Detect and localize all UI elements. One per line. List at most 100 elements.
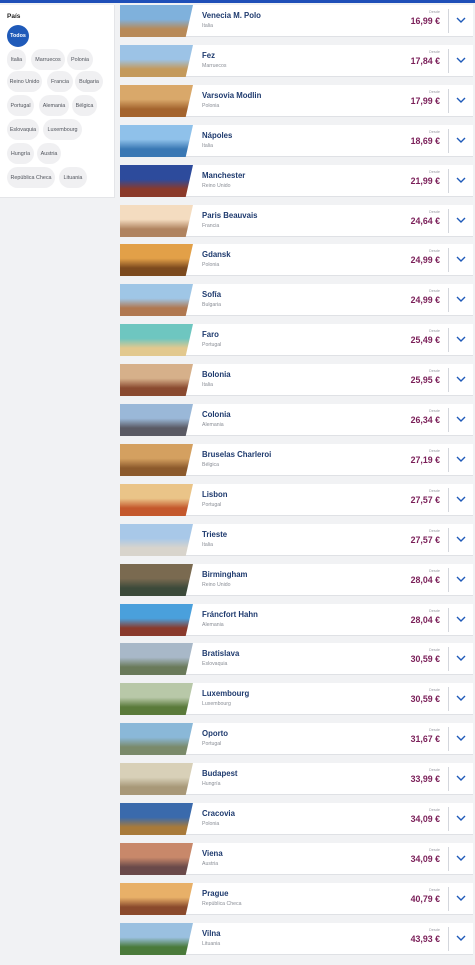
destination-row[interactable]: Lisbon Portugal Desde 27,57 € [120, 484, 473, 516]
country-chip[interactable]: República Checa [7, 167, 55, 188]
destination-city[interactable]: Oporto [202, 729, 228, 738]
price-prefix: Desde [429, 808, 440, 812]
chevron-down-icon[interactable] [455, 613, 467, 625]
destination-price: 28,04 € [410, 615, 440, 625]
destination-row[interactable]: Venecia M. Polo Italia Desde 16,99 € [120, 5, 473, 37]
destination-row[interactable]: Bruselas Charleroi Bélgica Desde 27,19 € [120, 444, 473, 476]
country-chip[interactable]: Hungría [7, 143, 34, 164]
destination-row[interactable]: Prague República Checa Desde 40,79 € [120, 883, 473, 915]
destination-city[interactable]: Budapest [202, 769, 238, 778]
country-chip[interactable]: Portugal [7, 95, 34, 116]
destination-city[interactable]: Cracovia [202, 809, 235, 818]
destination-price: 27,57 € [410, 495, 440, 505]
country-chip[interactable]: Alemania [39, 95, 69, 116]
country-chip[interactable]: Italia [7, 49, 26, 70]
chevron-down-icon[interactable] [455, 333, 467, 345]
destination-city[interactable]: Colonia [202, 410, 231, 419]
destination-city[interactable]: Trieste [202, 530, 227, 539]
country-chip[interactable]: Luxembourg [43, 119, 82, 140]
destination-city[interactable]: Fez [202, 51, 215, 60]
destination-city[interactable]: Vilna [202, 929, 221, 938]
destination-row[interactable]: Oporto Portugal Desde 31,67 € [120, 723, 473, 755]
destination-row[interactable]: Bratislava Eslovaquia Desde 30,59 € [120, 643, 473, 675]
price-prefix: Desde [429, 648, 440, 652]
destination-row[interactable]: Trieste Italia Desde 27,57 € [120, 524, 473, 556]
destination-row[interactable]: Faro Portugal Desde 25,49 € [120, 324, 473, 356]
destination-city[interactable]: Venecia M. Polo [202, 11, 261, 20]
chevron-down-icon[interactable] [455, 852, 467, 864]
destination-row[interactable]: Nápoles Italia Desde 18,69 € [120, 125, 473, 157]
destination-city[interactable]: Bolonia [202, 370, 231, 379]
destination-country: Italia [202, 542, 213, 548]
destination-row[interactable]: Varsovia Modlin Polonia Desde 17,99 € [120, 85, 473, 117]
country-chip[interactable]: Reino Unido [7, 71, 42, 92]
destination-city[interactable]: Bratislava [202, 649, 239, 658]
destination-row[interactable]: Budapest Hungría Desde 33,99 € [120, 763, 473, 795]
chevron-down-icon[interactable] [455, 134, 467, 146]
destination-row[interactable]: Paris Beauvais Francia Desde 24,64 € [120, 205, 473, 237]
chevron-down-icon[interactable] [455, 214, 467, 226]
destination-city[interactable]: Varsovia Modlin [202, 91, 261, 100]
row-divider [448, 687, 449, 711]
chevron-down-icon[interactable] [455, 573, 467, 585]
destination-row[interactable]: Fez Marruecos Desde 17,84 € [120, 45, 473, 77]
chevron-down-icon[interactable] [455, 453, 467, 465]
chevron-down-icon[interactable] [455, 772, 467, 784]
destination-row[interactable]: Vilna Lituania Desde 43,93 € [120, 923, 473, 955]
destination-row[interactable]: Viena Austria Desde 34,09 € [120, 843, 473, 875]
chevron-down-icon[interactable] [455, 892, 467, 904]
destination-row[interactable]: Luxembourg Luxembourg Desde 30,59 € [120, 683, 473, 715]
country-chip[interactable]: Francia [47, 71, 73, 92]
chevron-down-icon[interactable] [455, 293, 467, 305]
destination-city[interactable]: Fráncfort Hahn [202, 610, 258, 619]
chevron-down-icon[interactable] [455, 253, 467, 265]
chevron-down-icon[interactable] [455, 373, 467, 385]
destination-city[interactable]: Paris Beauvais [202, 211, 257, 220]
destination-row[interactable]: Sofía Bulgaria Desde 24,99 € [120, 284, 473, 316]
chevron-down-icon[interactable] [455, 812, 467, 824]
destination-country: República Checa [202, 901, 242, 907]
destination-row[interactable]: Manchester Reino Unido Desde 21,99 € [120, 165, 473, 197]
destination-city[interactable]: Prague [202, 889, 228, 898]
destination-price: 18,69 € [410, 136, 440, 146]
country-chip[interactable]: Bélgica [72, 95, 97, 116]
row-divider [448, 89, 449, 113]
destination-city[interactable]: Faro [202, 330, 219, 339]
chevron-down-icon[interactable] [455, 932, 467, 944]
destination-city[interactable]: Lisbon [202, 490, 228, 499]
chevron-down-icon[interactable] [455, 493, 467, 505]
country-chip[interactable]: Lituania [59, 167, 87, 188]
destination-city[interactable]: Viena [202, 849, 223, 858]
destination-row[interactable]: Colonia Alemania Desde 26,34 € [120, 404, 473, 436]
destination-row[interactable]: Fráncfort Hahn Alemania Desde 28,04 € [120, 604, 473, 636]
destination-city[interactable]: Birmingham [202, 570, 248, 579]
chevron-down-icon[interactable] [455, 94, 467, 106]
chevron-down-icon[interactable] [455, 692, 467, 704]
chevron-down-icon[interactable] [455, 54, 467, 66]
country-chip[interactable]: Eslovaquia [7, 119, 39, 140]
destination-row[interactable]: Gdansk Polonia Desde 24,99 € [120, 244, 473, 276]
destination-city[interactable]: Nápoles [202, 131, 232, 140]
destination-photo [120, 404, 193, 436]
destination-city[interactable]: Luxembourg [202, 689, 249, 698]
country-chip[interactable]: Marruecos [31, 49, 65, 70]
chevron-down-icon[interactable] [455, 14, 467, 26]
destination-row[interactable]: Birmingham Reino Unido Desde 28,04 € [120, 564, 473, 596]
chevron-down-icon[interactable] [455, 174, 467, 186]
destination-city[interactable]: Bruselas Charleroi [202, 450, 271, 459]
country-chip[interactable]: Todos [7, 25, 29, 47]
price-prefix: Desde [429, 50, 440, 54]
destination-price: 21,99 € [410, 176, 440, 186]
destination-city[interactable]: Gdansk [202, 250, 231, 259]
chevron-down-icon[interactable] [455, 413, 467, 425]
chevron-down-icon[interactable] [455, 533, 467, 545]
country-chip[interactable]: Polonia [67, 49, 93, 70]
country-chip[interactable]: Austria [37, 143, 61, 164]
destination-row[interactable]: Cracovia Polonia Desde 34,09 € [120, 803, 473, 835]
chevron-down-icon[interactable] [455, 652, 467, 664]
destination-city[interactable]: Sofía [202, 290, 221, 299]
destination-row[interactable]: Bolonia Italia Desde 25,95 € [120, 364, 473, 396]
chevron-down-icon[interactable] [455, 732, 467, 744]
destination-city[interactable]: Manchester [202, 171, 245, 180]
country-chip[interactable]: Bulgaria [75, 71, 103, 92]
